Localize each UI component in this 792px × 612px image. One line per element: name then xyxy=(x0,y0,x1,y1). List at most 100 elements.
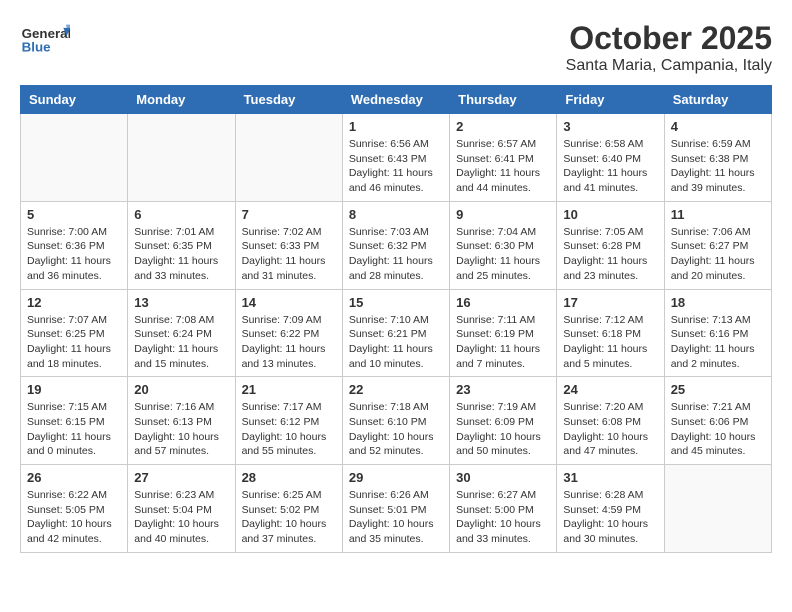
day-number: 1 xyxy=(349,119,443,134)
day-cell-22: 22 Sunrise: 7:18 AMSunset: 6:10 PMDayligh… xyxy=(342,377,449,465)
day-number: 26 xyxy=(27,470,121,485)
day-cell-15: 15Sunrise: 7:10 AMSunset: 6:21 PMDayligh… xyxy=(342,289,449,377)
day-info: Sunrise: 7:11 AMSunset: 6:19 PMDaylight:… xyxy=(456,313,550,372)
day-number: 9 xyxy=(456,207,550,222)
week-row-1: 1 Sunrise: 6:56 AMSunset: 6:43 PMDaylight… xyxy=(21,114,772,202)
weekday-header-friday: Friday xyxy=(557,86,664,114)
day-cell-31: 31 Sunrise: 6:28 AMSunset: 4:59 PMDayligh… xyxy=(557,465,664,553)
day-info: Sunrise: 7:13 AMSunset: 6:16 PMDaylight:… xyxy=(671,313,765,372)
day-cell-30: 30Sunrise: 6:27 AMSunset: 5:00 PMDayligh… xyxy=(450,465,557,553)
day-info: Sunrise: 6:22 AMSunset: 5:05 PMDaylight:… xyxy=(27,488,121,547)
day-info: Sunrise: 7:12 AMSunset: 6:18 PMDaylight:… xyxy=(563,313,657,372)
day-info: Sunrise: 7:01 AMSunset: 6:35 PMDaylight:… xyxy=(134,225,228,284)
day-info: Sunrise: 7:05 AMSunset: 6:28 PMDaylight:… xyxy=(563,225,657,284)
calendar-subtitle: Santa Maria, Campania, Italy xyxy=(566,57,772,75)
day-info: Sunrise: 6:28 AMSunset: 4:59 PMDaylight:… xyxy=(563,488,657,547)
day-number: 19 xyxy=(27,382,121,397)
day-number: 23 xyxy=(456,382,550,397)
day-info: Sunrise: 6:58 AMSunset: 6:40 PMDaylight:… xyxy=(563,137,657,196)
weekday-header-wednesday: Wednesday xyxy=(342,86,449,114)
day-cell-7: 7 Sunrise: 7:02 AMSunset: 6:33 PMDaylight… xyxy=(235,201,342,289)
day-info: Sunrise: 7:16 AMSunset: 6:13 PMDaylight:… xyxy=(134,400,228,459)
day-number: 20 xyxy=(134,382,228,397)
week-row-5: 26 Sunrise: 6:22 AMSunset: 5:05 PMDayligh… xyxy=(21,465,772,553)
day-number: 31 xyxy=(563,470,657,485)
day-info: Sunrise: 6:27 AMSunset: 5:00 PMDaylight:… xyxy=(456,488,550,547)
day-info: Sunrise: 7:07 AMSunset: 6:25 PMDaylight:… xyxy=(27,313,121,372)
day-number: 17 xyxy=(563,295,657,310)
day-info: Sunrise: 7:19 AMSunset: 6:09 PMDaylight:… xyxy=(456,400,550,459)
day-number: 7 xyxy=(242,207,336,222)
day-cell-12: 12 Sunrise: 7:07 AMSunset: 6:25 PMDayligh… xyxy=(21,289,128,377)
day-info: Sunrise: 6:59 AMSunset: 6:38 PMDaylight:… xyxy=(671,137,765,196)
day-number: 5 xyxy=(27,207,121,222)
day-cell-3: 3 Sunrise: 6:58 AMSunset: 6:40 PMDaylight… xyxy=(557,114,664,202)
day-number: 21 xyxy=(242,382,336,397)
page-header: General Blue October 2025 Santa Maria, C… xyxy=(20,20,772,75)
day-cell-26: 26 Sunrise: 6:22 AMSunset: 5:05 PMDayligh… xyxy=(21,465,128,553)
day-info: Sunrise: 6:25 AMSunset: 5:02 PMDaylight:… xyxy=(242,488,336,547)
day-number: 25 xyxy=(671,382,765,397)
day-cell-5: 5 Sunrise: 7:00 AMSunset: 6:36 PMDaylight… xyxy=(21,201,128,289)
week-row-4: 19 Sunrise: 7:15 AMSunset: 6:15 PMDayligh… xyxy=(21,377,772,465)
day-number: 28 xyxy=(242,470,336,485)
day-cell-9: 9 Sunrise: 7:04 AMSunset: 6:30 PMDaylight… xyxy=(450,201,557,289)
day-cell-13: 13Sunrise: 7:08 AMSunset: 6:24 PMDayligh… xyxy=(128,289,235,377)
day-number: 4 xyxy=(671,119,765,134)
day-info: Sunrise: 7:03 AMSunset: 6:32 PMDaylight:… xyxy=(349,225,443,284)
title-block: October 2025 Santa Maria, Campania, Ital… xyxy=(566,20,772,75)
day-info: Sunrise: 7:18 AMSunset: 6:10 PMDaylight:… xyxy=(349,400,443,459)
week-row-3: 12 Sunrise: 7:07 AMSunset: 6:25 PMDayligh… xyxy=(21,289,772,377)
day-number: 10 xyxy=(563,207,657,222)
weekday-header-row: SundayMondayTuesdayWednesdayThursdayFrid… xyxy=(21,86,772,114)
day-number: 18 xyxy=(671,295,765,310)
day-number: 12 xyxy=(27,295,121,310)
day-info: Sunrise: 7:21 AMSunset: 6:06 PMDaylight:… xyxy=(671,400,765,459)
day-cell-24: 24Sunrise: 7:20 AMSunset: 6:08 PMDayligh… xyxy=(557,377,664,465)
day-number: 29 xyxy=(349,470,443,485)
day-cell-1: 1 Sunrise: 6:56 AMSunset: 6:43 PMDaylight… xyxy=(342,114,449,202)
week-row-2: 5 Sunrise: 7:00 AMSunset: 6:36 PMDaylight… xyxy=(21,201,772,289)
day-cell-16: 16Sunrise: 7:11 AMSunset: 6:19 PMDayligh… xyxy=(450,289,557,377)
logo-icon: General Blue xyxy=(20,20,70,60)
day-info: Sunrise: 6:56 AMSunset: 6:43 PMDaylight:… xyxy=(349,137,443,196)
day-cell-8: 8 Sunrise: 7:03 AMSunset: 6:32 PMDaylight… xyxy=(342,201,449,289)
day-cell-28: 28 Sunrise: 6:25 AMSunset: 5:02 PMDayligh… xyxy=(235,465,342,553)
day-number: 27 xyxy=(134,470,228,485)
day-info: Sunrise: 7:00 AMSunset: 6:36 PMDaylight:… xyxy=(27,225,121,284)
day-cell-21: 21 Sunrise: 7:17 AMSunset: 6:12 PMDayligh… xyxy=(235,377,342,465)
day-number: 22 xyxy=(349,382,443,397)
day-number: 11 xyxy=(671,207,765,222)
day-cell-10: 10 Sunrise: 7:05 AMSunset: 6:28 PMDayligh… xyxy=(557,201,664,289)
day-cell-17: 17 Sunrise: 7:12 AMSunset: 6:18 PMDayligh… xyxy=(557,289,664,377)
logo: General Blue xyxy=(20,20,70,60)
day-number: 2 xyxy=(456,119,550,134)
day-info: Sunrise: 6:57 AMSunset: 6:41 PMDaylight:… xyxy=(456,137,550,196)
day-cell-6: 6 Sunrise: 7:01 AMSunset: 6:35 PMDaylight… xyxy=(128,201,235,289)
day-cell-18: 18 Sunrise: 7:13 AMSunset: 6:16 PMDayligh… xyxy=(664,289,771,377)
day-info: Sunrise: 6:23 AMSunset: 5:04 PMDaylight:… xyxy=(134,488,228,547)
weekday-header-thursday: Thursday xyxy=(450,86,557,114)
empty-cell xyxy=(128,114,235,202)
empty-cell xyxy=(235,114,342,202)
day-info: Sunrise: 7:08 AMSunset: 6:24 PMDaylight:… xyxy=(134,313,228,372)
day-number: 6 xyxy=(134,207,228,222)
day-info: Sunrise: 7:09 AMSunset: 6:22 PMDaylight:… xyxy=(242,313,336,372)
day-cell-4: 4 Sunrise: 6:59 AMSunset: 6:38 PMDaylight… xyxy=(664,114,771,202)
empty-cell xyxy=(21,114,128,202)
day-cell-25: 25 Sunrise: 7:21 AMSunset: 6:06 PMDayligh… xyxy=(664,377,771,465)
day-number: 15 xyxy=(349,295,443,310)
day-info: Sunrise: 7:17 AMSunset: 6:12 PMDaylight:… xyxy=(242,400,336,459)
day-cell-14: 14Sunrise: 7:09 AMSunset: 6:22 PMDayligh… xyxy=(235,289,342,377)
day-info: Sunrise: 7:20 AMSunset: 6:08 PMDaylight:… xyxy=(563,400,657,459)
day-cell-11: 11 Sunrise: 7:06 AMSunset: 6:27 PMDayligh… xyxy=(664,201,771,289)
day-cell-23: 23 Sunrise: 7:19 AMSunset: 6:09 PMDayligh… xyxy=(450,377,557,465)
weekday-header-monday: Monday xyxy=(128,86,235,114)
day-info: Sunrise: 7:15 AMSunset: 6:15 PMDaylight:… xyxy=(27,400,121,459)
day-number: 8 xyxy=(349,207,443,222)
day-info: Sunrise: 7:02 AMSunset: 6:33 PMDaylight:… xyxy=(242,225,336,284)
calendar-title: October 2025 xyxy=(566,20,772,57)
day-number: 3 xyxy=(563,119,657,134)
day-info: Sunrise: 7:04 AMSunset: 6:30 PMDaylight:… xyxy=(456,225,550,284)
day-info: Sunrise: 7:06 AMSunset: 6:27 PMDaylight:… xyxy=(671,225,765,284)
